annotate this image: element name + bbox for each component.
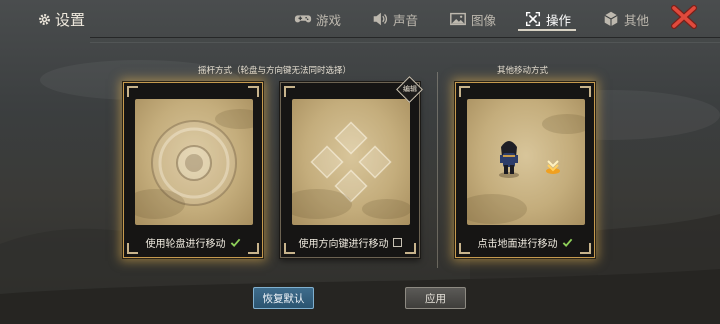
title-text: 设置 — [55, 11, 86, 29]
tab-sound[interactable]: 声音 — [371, 6, 418, 32]
active-tab-indicator — [518, 29, 576, 31]
tab-sound-label: 声音 — [393, 12, 419, 28]
card-tap-ground-movement[interactable]: 点击地面进行移动 — [455, 82, 595, 258]
card-tap-ground-label: 点击地面进行移动 — [477, 239, 558, 250]
check-icon — [562, 238, 572, 248]
speaker-icon — [373, 12, 387, 26]
card-wheel-label-row: 使用轮盘进行移动 — [124, 235, 262, 250]
top-bar: 设置 游戏 声音 图像 操作 其他 — [0, 0, 720, 38]
tap-ground-preview — [467, 99, 585, 225]
header-divider-light — [90, 42, 720, 43]
close-icon — [671, 5, 697, 29]
page-title: 设置 — [38, 9, 85, 30]
tab-other-label: 其他 — [624, 12, 650, 28]
card-dpad-movement[interactable]: 使用方向键进行移动 — [280, 82, 420, 258]
dpad-preview — [292, 99, 410, 225]
card-tap-ground-label-row: 点击地面进行移动 — [456, 235, 594, 250]
card-corner — [248, 86, 259, 97]
dpad-checkbox[interactable] — [392, 238, 402, 247]
card-corner — [580, 86, 591, 97]
card-wheel-label: 使用轮盘进行移动 — [145, 239, 226, 250]
card-corner — [459, 86, 470, 97]
check-icon — [230, 238, 240, 248]
tap-target-icon — [546, 160, 560, 174]
other-movement-section-label: 其他移动方式 — [497, 66, 549, 76]
card-wheel-movement[interactable]: 使用轮盘进行移动 — [123, 82, 263, 258]
tab-graphics[interactable]: 图像 — [449, 6, 496, 32]
section-divider — [437, 72, 438, 268]
tab-game[interactable]: 游戏 — [294, 6, 341, 32]
close-button[interactable] — [670, 3, 698, 31]
tab-game-label: 游戏 — [316, 12, 342, 28]
wheel-preview — [135, 99, 253, 225]
tab-controls-label: 操作 — [546, 12, 572, 28]
card-corner — [127, 86, 138, 97]
tab-graphics-label: 图像 — [471, 12, 497, 28]
header-divider — [90, 37, 720, 38]
apply-button[interactable]: 应用 — [405, 287, 466, 309]
tab-other[interactable]: 其他 — [602, 6, 649, 32]
card-corner — [284, 86, 295, 97]
card-dpad-label: 使用方向键进行移动 — [298, 239, 389, 250]
image-icon — [450, 12, 466, 26]
cube-icon — [604, 11, 618, 27]
restore-defaults-button[interactable]: 恢复默认 — [253, 287, 314, 309]
gamepad-icon — [294, 15, 312, 23]
controls-icon — [525, 11, 541, 27]
gear-icon — [39, 14, 50, 25]
joystick-section-label: 摇杆方式（轮盘与方向键无法同时选择） — [198, 66, 352, 76]
card-dpad-label-row: 使用方向键进行移动 — [281, 235, 419, 250]
